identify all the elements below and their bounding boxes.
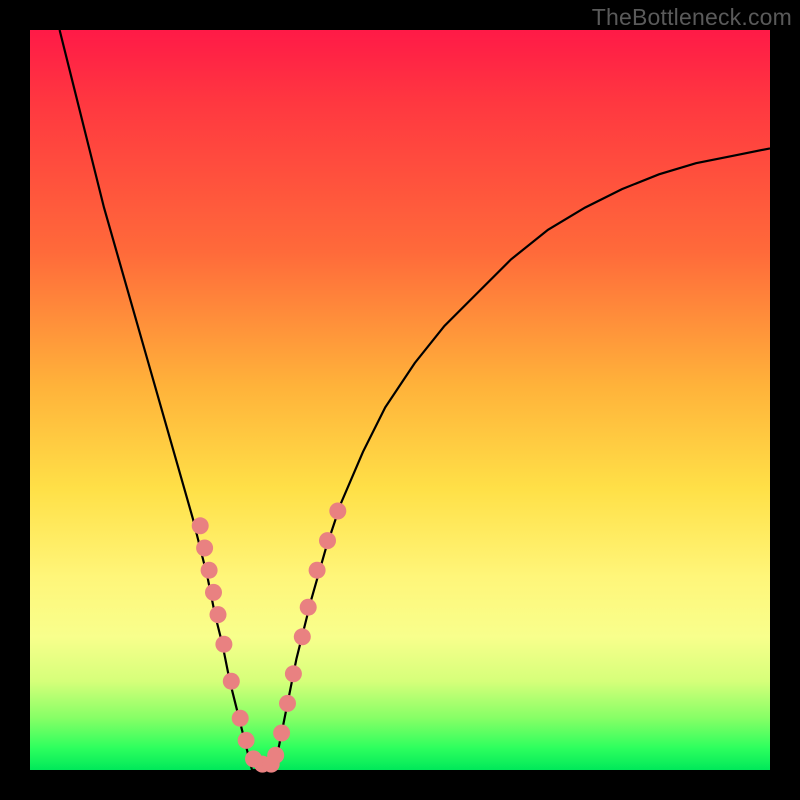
marker-dot — [238, 732, 255, 749]
left-dots-group — [192, 517, 271, 772]
marker-dot — [279, 695, 296, 712]
marker-dot — [285, 665, 302, 682]
marker-dot — [329, 503, 346, 520]
marker-dot — [201, 562, 218, 579]
curve-group — [60, 30, 770, 770]
marker-dot — [192, 517, 209, 534]
marker-dot — [294, 628, 311, 645]
marker-dot — [309, 562, 326, 579]
plot-area — [30, 30, 770, 770]
marker-dot — [210, 606, 227, 623]
right-dots-group — [263, 503, 347, 773]
marker-dot — [319, 532, 336, 549]
marker-dot — [232, 710, 249, 727]
chart-svg — [30, 30, 770, 770]
marker-dot — [223, 673, 240, 690]
marker-dot — [300, 599, 317, 616]
watermark-text: TheBottleneck.com — [592, 4, 792, 31]
marker-dot — [205, 584, 222, 601]
marker-dot — [273, 725, 290, 742]
marker-dot — [215, 636, 232, 653]
right-curve — [274, 148, 770, 770]
left-curve — [60, 30, 252, 770]
marker-dot — [196, 540, 213, 557]
marker-dot — [267, 747, 284, 764]
outer-frame: TheBottleneck.com — [0, 0, 800, 800]
